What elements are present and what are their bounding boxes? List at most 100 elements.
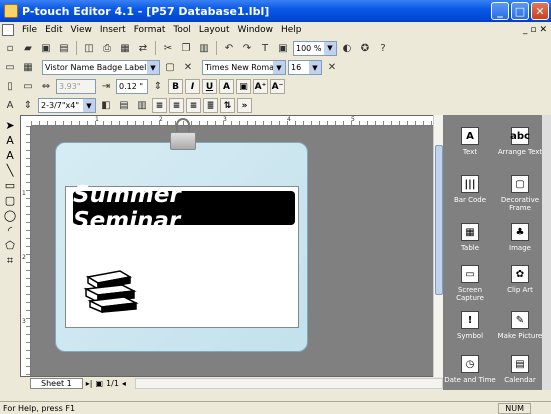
frame-text-button[interactable]: ▣ (236, 79, 251, 94)
mdi-restore-button[interactable]: ▫ (530, 25, 536, 35)
arrange-icon[interactable]: ▥ (134, 98, 150, 114)
panel-item-clip-art[interactable]: ✿ Clip Art (493, 265, 547, 294)
arc-icon[interactable]: ◜ (3, 224, 17, 237)
panel-item-date-and-time[interactable]: ◷ Date and Time (443, 355, 497, 384)
line-icon[interactable]: ╲ (3, 164, 17, 177)
panel-item-symbol[interactable]: ! Symbol (443, 311, 497, 340)
grow-font-button[interactable]: A⁺ (253, 79, 268, 94)
close-button[interactable]: ✕ (531, 2, 549, 20)
panel-item-make-picture[interactable]: ✎ Make Picture (493, 311, 547, 340)
menu-file[interactable]: File (18, 25, 41, 35)
text-tool-icon[interactable]: A (3, 134, 17, 147)
open-icon[interactable]: ▰ (20, 40, 36, 56)
label-type-select[interactable]: Vistor Name Badge Label ▼ (42, 60, 160, 75)
vertical-scrollbar[interactable] (433, 115, 443, 377)
paper-icon[interactable]: ▯ (2, 79, 18, 95)
label-area[interactable]: Summer Seminar (65, 182, 299, 328)
next-sheet-icon[interactable]: ▸| (86, 379, 93, 388)
panel-scrollbar[interactable] (542, 115, 551, 390)
fit-icon[interactable]: ◧ (98, 98, 114, 114)
add-sheet-icon[interactable]: ▣ (95, 379, 103, 388)
clip-icon[interactable]: ⌗ (3, 254, 17, 267)
close-panel-icon[interactable]: ✕ (324, 60, 340, 76)
menu-format[interactable]: Format (130, 25, 170, 35)
menu-edit[interactable]: Edit (41, 25, 66, 35)
color-icon[interactable]: ◐ (339, 40, 355, 56)
rounded-rectangle-icon[interactable]: ▢ (3, 194, 17, 207)
transfer-icon[interactable]: ⇄ (135, 40, 151, 56)
panel-item-arrange-text[interactable]: abc Arrange Text (493, 127, 547, 156)
menu-view[interactable]: View (67, 25, 96, 35)
select-arrow-icon[interactable]: ➤ (3, 119, 17, 132)
length-icon[interactable]: ⇕ (20, 98, 36, 114)
outline-button[interactable]: A (219, 79, 234, 94)
menu-help[interactable]: Help (277, 25, 306, 35)
width-field[interactable]: 3.93" (56, 79, 96, 94)
books-clipart[interactable] (82, 269, 140, 313)
save-icon[interactable]: ▣ (38, 40, 54, 56)
cut-icon[interactable]: ✂ (160, 40, 176, 56)
length-select[interactable]: 2-3/7"x4" ▼ (38, 98, 96, 113)
polygon-icon[interactable]: ⬠ (3, 239, 17, 252)
underline-button[interactable]: U (202, 79, 217, 94)
align-right-button[interactable]: ≡ (186, 98, 201, 113)
margin-field[interactable]: 0.12 " (116, 79, 148, 94)
bold-button[interactable]: B (168, 79, 183, 94)
shrink-font-button[interactable]: A⁻ (270, 79, 285, 94)
frame-icon[interactable]: ▢ (162, 60, 178, 76)
scroll-thumb[interactable] (435, 145, 443, 295)
maximize-button[interactable]: □ (511, 2, 529, 20)
justify-button[interactable]: ≣ (203, 98, 218, 113)
print-icon[interactable]: ⎙ (99, 40, 115, 56)
panel-item-text[interactable]: A Text (443, 127, 497, 156)
panel-item-decorative-frame[interactable]: ▢ Decorative Frame (493, 175, 547, 212)
page-setup-icon[interactable]: ▭ (2, 60, 18, 76)
menu-window[interactable]: Window (234, 25, 278, 35)
database-icon[interactable]: ▤ (56, 40, 72, 56)
panel-item-screen-capture[interactable]: ▭ Screen Capture (443, 265, 497, 302)
preview-icon[interactable]: ◫ (81, 40, 97, 56)
copy-icon[interactable]: ❐ (178, 40, 194, 56)
panel-item-image[interactable]: ♣ Image (493, 223, 547, 252)
width-icon[interactable]: ⇔ (38, 79, 54, 95)
spin-icon[interactable]: ⇕ (150, 79, 166, 95)
close-panel-icon[interactable]: ✕ (180, 60, 196, 76)
align-center-button[interactable]: ≡ (169, 98, 184, 113)
panel-item-table[interactable]: ▦ Table (443, 223, 497, 252)
tab-sheet1[interactable]: Sheet 1 (30, 378, 83, 389)
rectangle-icon[interactable]: ▭ (3, 179, 17, 192)
orientation-icon[interactable]: ▭ (20, 79, 36, 95)
mdi-minimize-button[interactable]: _ (523, 25, 528, 35)
help-icon[interactable]: ? (375, 40, 391, 56)
vertical-text-button[interactable]: ⇅ (220, 98, 235, 113)
menu-insert[interactable]: Insert (96, 25, 130, 35)
zoom-select[interactable]: 100 % ▼ (293, 40, 337, 56)
italic-button[interactable]: I (185, 79, 200, 94)
more-button[interactable]: » (237, 98, 252, 113)
text-tool-icon[interactable]: A (2, 98, 18, 114)
font-size-select[interactable]: 16 ▼ (288, 60, 322, 75)
menu-layout[interactable]: Layout (195, 25, 234, 35)
menu-tool[interactable]: Tool (169, 25, 194, 35)
horizontal-scrollbar[interactable] (134, 378, 443, 389)
align-left-button[interactable]: ≡ (152, 98, 167, 113)
print-setup-icon[interactable]: ▦ (117, 40, 133, 56)
panel-item-bar-code[interactable]: ||| Bar Code (443, 175, 497, 204)
mdi-close-button[interactable]: ✕ (539, 25, 547, 35)
new-icon[interactable]: ▫ (2, 40, 18, 56)
minimize-button[interactable]: _ (491, 2, 509, 20)
paste-icon[interactable]: ▥ (196, 40, 212, 56)
redo-icon[interactable]: ↷ (239, 40, 255, 56)
layout-icon[interactable]: ▦ (20, 60, 36, 76)
canvas-area[interactable]: 1 2 3 4 5 1 2 3 Summer Seminar (20, 115, 443, 377)
snapshot-icon[interactable]: ▣ (275, 40, 291, 56)
document-icon[interactable] (2, 24, 14, 36)
align-icon[interactable]: ▤ (116, 98, 132, 114)
text-icon[interactable]: T (257, 40, 273, 56)
banner-text[interactable]: Summer Seminar (73, 182, 295, 234)
font-name-select[interactable]: Times New Roman ▼ (202, 60, 286, 75)
scroll-left-icon[interactable]: ◂ (122, 379, 126, 388)
vertical-text-icon[interactable]: A (3, 149, 17, 162)
margin-icon[interactable]: ⇥ (98, 79, 114, 95)
wizard-icon[interactable]: ✪ (357, 40, 373, 56)
